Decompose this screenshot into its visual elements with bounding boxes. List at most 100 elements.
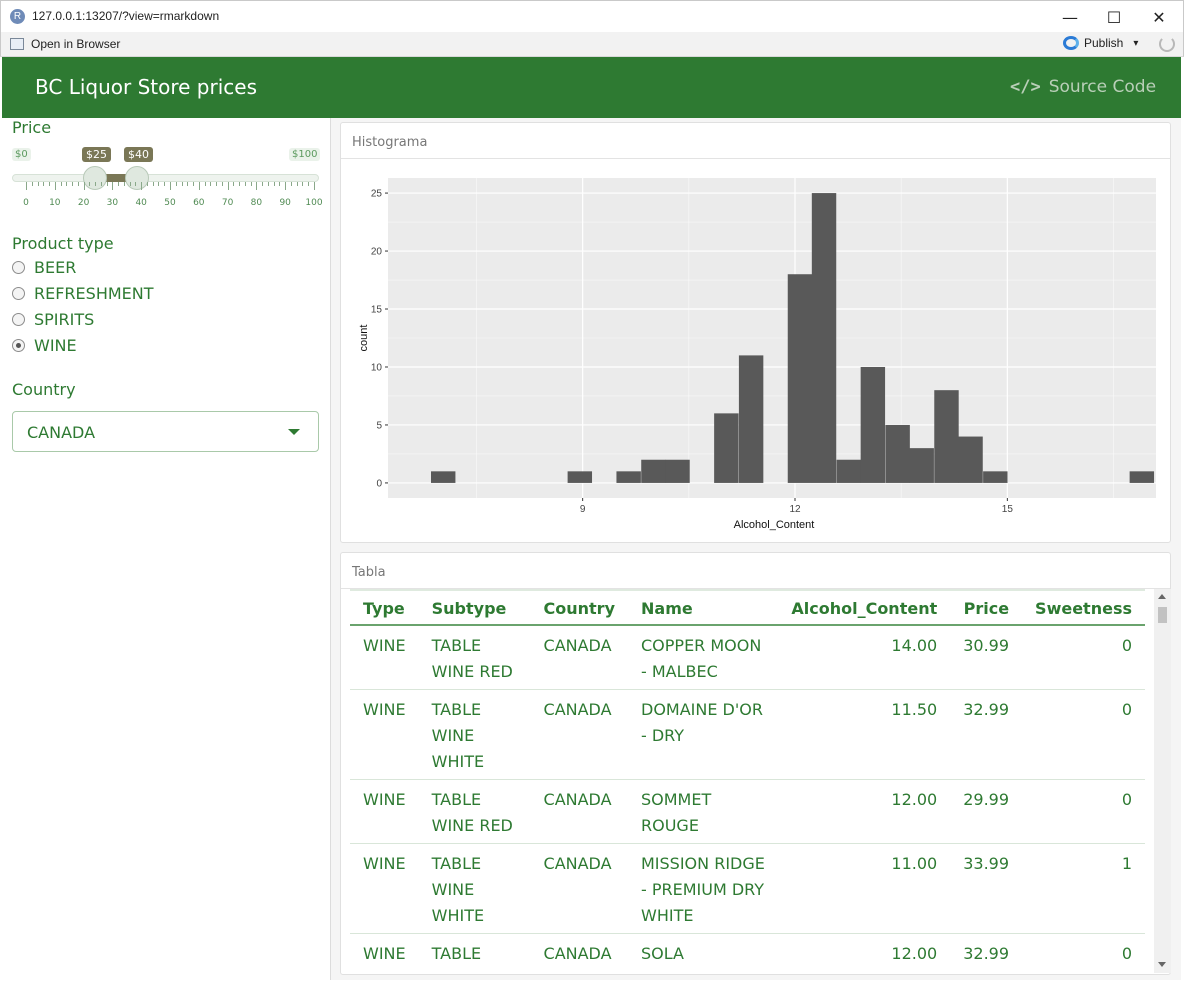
slider-tick: [112, 182, 114, 190]
col-sweetness[interactable]: Sweetness: [1022, 589, 1145, 626]
price-slider-ticks: [12, 182, 319, 192]
cell-country: CANADA: [530, 689, 628, 780]
open-in-browser-button[interactable]: Open in Browser: [10, 37, 120, 51]
minimize-button[interactable]: —: [1047, 1, 1093, 33]
close-button[interactable]: ✕: [1136, 1, 1182, 33]
slider-tick: [106, 182, 108, 186]
slider-tick: [43, 182, 45, 186]
histogram-bar: [909, 448, 934, 483]
cell-sweetness: 0: [1022, 933, 1145, 973]
publish-label: Publish: [1084, 36, 1124, 50]
scroll-thumb[interactable]: [1158, 607, 1167, 623]
slider-tick: [216, 182, 218, 186]
col-alcohol-content[interactable]: Alcohol_Content: [778, 589, 951, 626]
slider-tick-label: 50: [164, 198, 176, 208]
radio-icon: [12, 313, 25, 326]
radio-refreshment[interactable]: REFRESHMENT: [12, 284, 154, 303]
x-tick-label: 9: [580, 504, 586, 515]
scroll-up-icon[interactable]: [1158, 594, 1166, 599]
radio-wine[interactable]: WINE: [12, 336, 77, 355]
cell-price: 32.99: [950, 689, 1023, 780]
slider-tick: [187, 182, 189, 186]
histogram-bar: [714, 413, 739, 483]
slider-tick-label: 80: [250, 198, 263, 208]
col-subtype[interactable]: Subtype: [418, 589, 531, 626]
slider-tick-label: 90: [279, 198, 291, 208]
cell-type: WINE: [350, 625, 419, 690]
refresh-icon[interactable]: [1159, 36, 1175, 52]
slider-tick: [290, 182, 292, 186]
window-titlebar: R 127.0.0.1:13207/?view=rmarkdown — ☐ ✕: [0, 0, 1184, 32]
slider-tick: [227, 182, 229, 190]
table-scrollbar[interactable]: [1154, 589, 1171, 973]
histogram-header: Histograma: [341, 123, 1170, 159]
country-select[interactable]: CANADA: [12, 411, 319, 452]
slider-tick-label: 100: [305, 198, 323, 208]
source-code-link[interactable]: </> Source Code: [1010, 77, 1156, 97]
cell-name: DOMAINE D'OR - DRY: [628, 689, 779, 780]
cell-subtype: TABLE WINE WHITE: [418, 843, 531, 934]
histogram-card: Histograma 9 12 15 0 5 10 15 20 25 Alcohol_Conten…: [340, 122, 1171, 543]
slider-tick: [123, 182, 125, 186]
slider-tick: [308, 182, 310, 186]
slider-tick: [221, 182, 223, 186]
price-slider-track[interactable]: [12, 174, 319, 182]
col-country[interactable]: Country: [530, 589, 628, 626]
table-row: WINE TABLE WINE WHITE CANADA MISSION RID…: [350, 843, 1145, 934]
slider-tick-label: 40: [135, 198, 147, 208]
publish-button[interactable]: Publish ▾: [1063, 36, 1138, 50]
radio-spirits[interactable]: SPIRITS: [12, 310, 94, 329]
slider-tick-label: 20: [77, 198, 90, 208]
cell-name: SOLA: [628, 933, 779, 973]
table-row: WINE TABLE WINE RED CANADA COPPER MOON -…: [350, 625, 1145, 690]
histogram-chart: 9 12 15 0 5 10 15 20 25 Alcohol_Content count: [358, 178, 1156, 531]
slider-tick: [66, 182, 68, 186]
cell-price: 32.99: [950, 933, 1023, 973]
table-row: WINE TABLE WINE WHITE CANADA DOMAINE D'O…: [350, 689, 1145, 780]
slider-tick: [239, 182, 241, 186]
slider-tick: [273, 182, 275, 186]
cell-type: WINE: [350, 689, 419, 780]
slider-tick: [170, 182, 171, 190]
histogram-bar: [885, 424, 910, 483]
radio-beer[interactable]: BEER: [12, 258, 76, 277]
col-price[interactable]: Price: [950, 589, 1023, 626]
slider-tick: [37, 182, 39, 186]
col-name[interactable]: Name: [628, 589, 779, 626]
scroll-down-icon[interactable]: [1158, 962, 1166, 967]
minimize-icon: —: [1062, 7, 1078, 27]
cell-price: 29.99: [950, 779, 1023, 844]
histogram-bar: [934, 390, 959, 483]
slider-tick: [72, 182, 74, 186]
slider-tick: [31, 182, 33, 186]
slider-tick: [267, 182, 269, 186]
histogram-bar: [616, 471, 641, 483]
cell-sweetness: 0: [1022, 625, 1145, 690]
r-app-icon: R: [10, 9, 25, 24]
slider-tick: [193, 182, 195, 186]
y-tick-label: 15: [371, 305, 383, 316]
slider-tick: [204, 182, 206, 186]
table-scroll-area[interactable]: Type Subtype Country Name Alcohol_Conten…: [350, 589, 1145, 973]
cell-country: CANADA: [530, 843, 628, 934]
histogram-bar: [665, 459, 690, 483]
slider-tick: [256, 182, 258, 190]
cell-sweetness: 0: [1022, 689, 1145, 780]
radio-icon: [12, 261, 25, 274]
slider-tick: [60, 182, 62, 186]
slider-tick: [26, 182, 27, 190]
radio-label: WINE: [34, 336, 77, 355]
app-title: BC Liquor Store prices: [35, 75, 257, 99]
browser-icon: [10, 38, 24, 50]
main-panel: Histograma 9 12 15 0 5 10 15 20 25 Alcohol_Conten…: [331, 118, 1181, 980]
chevron-down-icon: ▾: [1133, 37, 1139, 49]
cell-subtype: TABLE WINE WHITE: [418, 933, 531, 973]
table-row: WINE TABLE WINE RED CANADA SOMMET ROUGE …: [350, 779, 1145, 844]
x-axis-label: Alcohol_Content: [734, 519, 815, 531]
cell-name: SOMMET ROUGE: [628, 779, 779, 844]
cell-alcohol: 11.50: [778, 689, 951, 780]
slider-tick-label: 0: [23, 198, 29, 208]
maximize-button[interactable]: ☐: [1091, 1, 1137, 33]
cell-type: WINE: [350, 843, 419, 934]
col-type[interactable]: Type: [350, 589, 419, 626]
